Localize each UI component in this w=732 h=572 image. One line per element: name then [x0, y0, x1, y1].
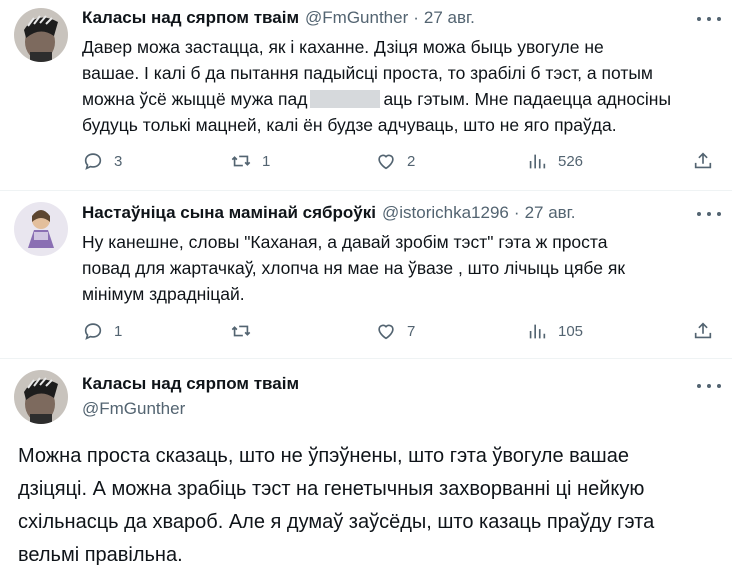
views-button[interactable]: 105 — [526, 320, 583, 342]
views-button[interactable]: 526 — [526, 150, 583, 172]
text-line: будуць толькі мацней, калі ён будзе адчу… — [82, 115, 617, 135]
like-icon — [378, 324, 394, 340]
text-line: мінімум здрадніцай. — [82, 284, 245, 304]
author-name-row: Каласы над сярпом тваім — [82, 374, 299, 394]
reply-icon — [84, 323, 102, 340]
text-line: вельмі правільна. — [18, 544, 183, 566]
views-icon — [529, 324, 546, 339]
retweet-count: 1 — [262, 152, 271, 170]
text-line: Ну канешне, словы "Каханая, а давай зроб… — [82, 232, 608, 252]
view-count: 526 — [558, 152, 584, 170]
tweet-date[interactable]: 27 авг. — [525, 203, 576, 223]
author-name[interactable]: Каласы над сярпом тваім — [82, 374, 299, 394]
share-button[interactable] — [692, 150, 714, 172]
separator-dot: · — [413, 8, 419, 27]
text-fragment: можна ўсё жыццё мужа пад — [82, 89, 308, 109]
tweet-text: Давер можа застацца, як і каханне. Дзіця… — [82, 34, 671, 138]
view-count: 105 — [558, 322, 584, 340]
views-icon — [529, 154, 546, 169]
author-name[interactable]: Настаўніца сына мамінай сяброўкі — [82, 203, 376, 223]
text-line: вашае. І калі б да пытання падыйсці прос… — [82, 63, 653, 83]
like-count: 2 — [407, 152, 416, 170]
like-icon — [378, 154, 394, 170]
text-line: схільнасць да хвароб. Але я думаў заўсёд… — [18, 511, 655, 533]
text-line: Давер можа застацца, як і каханне. Дзіця… — [82, 37, 604, 57]
redaction-block — [310, 90, 381, 108]
divider — [0, 358, 732, 359]
share-icon — [694, 322, 712, 339]
author-handle[interactable]: @istorichka1296 — [382, 203, 509, 223]
retweet-button[interactable] — [230, 320, 262, 342]
more-icon[interactable] — [697, 209, 721, 219]
reply-button[interactable]: 3 — [82, 150, 122, 172]
retweet-button[interactable]: 1 — [230, 150, 270, 172]
author-handle-row: @FmGunther — [76, 399, 185, 419]
share-button[interactable] — [692, 320, 714, 342]
reply-button[interactable]: 1 — [82, 320, 122, 342]
author-handle[interactable]: @FmGunther — [305, 8, 408, 28]
avatar[interactable] — [14, 202, 68, 256]
like-button[interactable]: 7 — [375, 320, 415, 342]
like-button[interactable]: 2 — [375, 150, 415, 172]
text-line: повад для жартачкаў, хлопча ня мае на ўв… — [82, 258, 625, 278]
author-handle[interactable]: @FmGunther — [82, 399, 185, 419]
divider — [0, 190, 732, 191]
more-icon[interactable] — [697, 381, 721, 391]
reply-count: 3 — [114, 152, 123, 170]
more-icon[interactable] — [697, 14, 721, 24]
share-icon — [694, 152, 712, 169]
separator-dot: · — [513, 203, 520, 222]
text-line: дзіцяці. А можна зрабіць тэст на генетыч… — [18, 478, 645, 500]
retweet-icon — [231, 155, 251, 167]
tweet-header: Настаўніца сына мамінай сяброўкі @istori… — [82, 203, 576, 223]
author-name[interactable]: Каласы над сярпом тваім — [82, 8, 299, 28]
retweet-icon — [231, 325, 251, 337]
text-line: можна ўсё жыццё мужа пад аць гэтым. Мне п… — [82, 86, 671, 112]
tweet-text: Ну канешне, словы "Каханая, а давай зроб… — [82, 229, 625, 307]
like-count: 7 — [407, 322, 416, 340]
avatar[interactable] — [14, 370, 68, 424]
reply-icon — [84, 153, 102, 170]
tweet-header: Каласы над сярпом тваім @FmGunther · 27 … — [82, 8, 475, 28]
tweet-date[interactable]: 27 авг. — [424, 8, 475, 28]
reply-count: 1 — [114, 322, 123, 340]
avatar[interactable] — [14, 8, 68, 62]
tweet-text: Можна проста сказаць, што не ўпэўнены, ш… — [18, 440, 654, 572]
text-line: Можна проста сказаць, што не ўпэўнены, ш… — [18, 445, 629, 467]
text-fragment: аць гэтым. Мне падаецца адносіны — [383, 89, 672, 109]
